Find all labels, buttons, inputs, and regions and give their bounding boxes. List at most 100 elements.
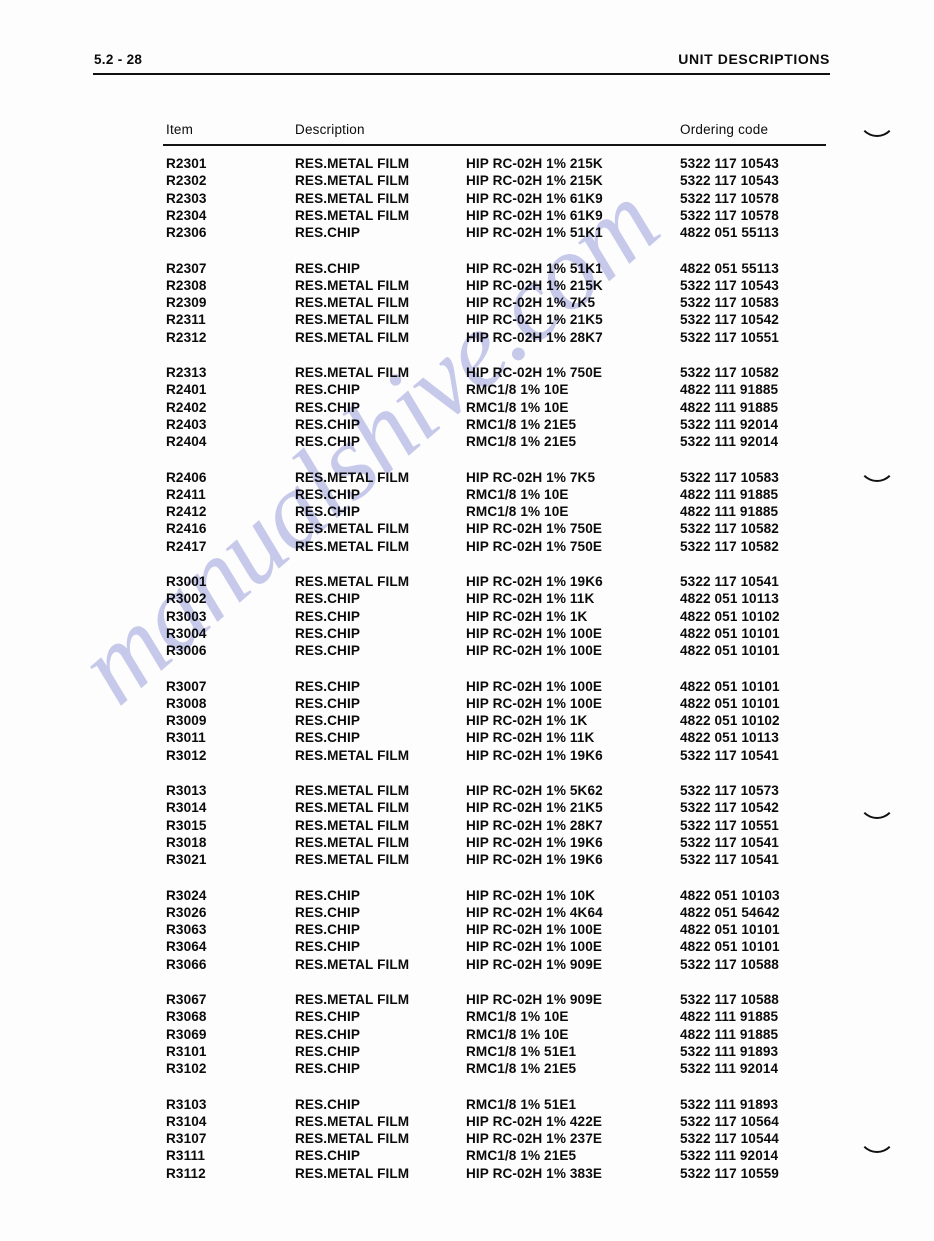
table-row: R3112 RES.METAL FILM HIP RC-02H 1% 383E 532… <box>0 1165 934 1182</box>
cell-item: R3067 <box>166 992 207 1007</box>
cell-code: 5322 117 10564 <box>680 1113 779 1129</box>
cell-code: 4822 051 55113 <box>680 225 779 241</box>
cell-item: R3026 <box>166 904 207 920</box>
cell-item: R3018 <box>166 834 207 850</box>
cell-code: 5322 117 10582 <box>680 365 779 380</box>
cell-code: 4822 051 10113 <box>680 591 779 607</box>
running-head: 5.2 - 28 UNIT DESCRIPTIONS <box>0 0 934 80</box>
cell-item: R3011 <box>166 730 206 746</box>
cell-item: R3015 <box>166 817 207 833</box>
cell-description: RES.METAL FILM <box>295 295 410 311</box>
table-row: R2308 RES.METAL FILM HIP RC-02H 1% 215K 532… <box>0 277 934 294</box>
cell-description: RES.CHIP <box>295 1148 361 1164</box>
cell-item: R2412 <box>166 504 207 520</box>
cell-description: RES.CHIP <box>295 416 361 432</box>
cell-code: 4822 051 55113 <box>680 260 779 276</box>
cell-description: RES.CHIP <box>295 434 361 450</box>
cell-item: R3014 <box>166 800 207 816</box>
cell-code: 5322 117 10543 <box>680 156 779 171</box>
table-row: R3004 RES.CHIP HIP RC-02H 1% 100E 4822 051 … <box>0 625 934 642</box>
cell-item: R3024 <box>166 887 207 903</box>
cell-spec: HIP RC-02H 1% 1K <box>466 608 588 624</box>
table-row: R2406 RES.METAL FILM HIP RC-02H 1% 7K5 5322… <box>0 469 934 486</box>
cell-description: RES.METAL FILM <box>295 277 410 293</box>
table-row: R2401 RES.CHIP RMC1/8 1% 10E 4822 111 91885 <box>0 381 934 398</box>
cell-item: R2313 <box>166 365 207 380</box>
cell-code: 5322 117 10559 <box>680 1165 779 1181</box>
cell-spec: RMC1/8 1% 10E <box>466 1009 569 1025</box>
cell-description: RES.METAL FILM <box>295 469 410 485</box>
cell-spec: RMC1/8 1% 10E <box>466 486 569 502</box>
column-header-description: Description <box>295 122 365 137</box>
cell-code: 5322 117 10544 <box>680 1131 779 1147</box>
cell-code: 5322 117 10588 <box>680 992 779 1007</box>
table-row: R3018 RES.METAL FILM HIP RC-02H 1% 19K6 532… <box>0 834 934 851</box>
cell-code: 4822 111 91885 <box>680 382 779 398</box>
table-row: R2411 RES.CHIP RMC1/8 1% 10E 4822 111 91885 <box>0 486 934 503</box>
cell-description: RES.METAL FILM <box>295 1165 410 1181</box>
cell-item: R2302 <box>166 173 207 189</box>
cell-spec: HIP RC-02H 1% 19K6 <box>466 574 603 589</box>
table-row: R2311 RES.METAL FILM HIP RC-02H 1% 21K5 532… <box>0 311 934 328</box>
table-row: R2301 RES.METAL FILM HIP RC-02H 1% 215K 532… <box>0 155 934 172</box>
cell-description: RES.METAL FILM <box>295 852 410 868</box>
cell-code: 4822 051 10101 <box>680 643 780 659</box>
cell-spec: HIP RC-02H 1% 909E <box>466 956 603 972</box>
cell-description: RES.METAL FILM <box>295 992 410 1007</box>
table-row: R3003 RES.CHIP HIP RC-02H 1% 1K 4822 051 10… <box>0 608 934 625</box>
cell-spec: HIP RC-02H 1% 100E <box>466 922 603 938</box>
cell-code: 4822 111 91885 <box>680 486 779 502</box>
cell-description: RES.CHIP <box>295 382 361 398</box>
cell-code: 5322 117 10543 <box>680 173 779 189</box>
cell-spec: HIP RC-02H 1% 11K <box>466 591 595 607</box>
cell-description: RES.CHIP <box>295 1026 361 1042</box>
table-row: R3102 RES.CHIP RMC1/8 1% 21E5 5322 111 9201… <box>0 1060 934 1077</box>
cell-code: 4822 051 10101 <box>680 939 780 955</box>
cell-code: 5322 111 91893 <box>680 1043 779 1059</box>
cell-code: 5322 117 10551 <box>680 329 779 345</box>
table-row: R3107 RES.METAL FILM HIP RC-02H 1% 237E 532… <box>0 1130 934 1147</box>
cell-spec: HIP RC-02H 1% 10K <box>466 887 596 903</box>
cell-description: RES.CHIP <box>295 643 361 659</box>
table-row: R3104 RES.METAL FILM HIP RC-02H 1% 422E 532… <box>0 1113 934 1130</box>
cell-description: RES.METAL FILM <box>295 365 410 380</box>
cell-code: 4822 111 91885 <box>680 399 779 415</box>
cell-spec: HIP RC-02H 1% 422E <box>466 1113 603 1129</box>
cell-description: RES.METAL FILM <box>295 1113 410 1129</box>
cell-item: R3002 <box>166 591 207 607</box>
cell-spec: HIP RC-02H 1% 100E <box>466 939 603 955</box>
table-row: R3021 RES.METAL FILM HIP RC-02H 1% 19K6 532… <box>0 851 934 868</box>
cell-item: R3013 <box>166 783 207 798</box>
cell-code: 5322 117 10541 <box>680 834 779 850</box>
cell-spec: HIP RC-02H 1% 7K5 <box>466 469 596 485</box>
table-row: R2404 RES.CHIP RMC1/8 1% 21E5 5322 111 9201… <box>0 433 934 450</box>
cell-item: R3068 <box>166 1009 207 1025</box>
cell-code: 5322 117 10582 <box>680 538 779 554</box>
cell-item: R2411 <box>166 486 206 502</box>
cell-item: R2403 <box>166 416 207 432</box>
cell-description: RES.METAL FILM <box>295 538 410 554</box>
cell-code: 4822 051 10101 <box>680 625 780 641</box>
cell-item: R2301 <box>166 156 207 171</box>
table-row: R3068 RES.CHIP RMC1/8 1% 10E 4822 111 91885 <box>0 1008 934 1025</box>
table-row: R3002 RES.CHIP HIP RC-02H 1% 11K 4822 051 1… <box>0 590 934 607</box>
cell-spec: HIP RC-02H 1% 4K64 <box>466 904 603 920</box>
cell-item: R3103 <box>166 1096 207 1112</box>
cell-description: RES.CHIP <box>295 904 361 920</box>
cell-code: 4822 051 10113 <box>680 730 779 746</box>
table-row: R3014 RES.METAL FILM HIP RC-02H 1% 21K5 532… <box>0 799 934 816</box>
table-row: R3006 RES.CHIP HIP RC-02H 1% 100E 4822 051 … <box>0 642 934 659</box>
cell-code: 4822 051 10101 <box>680 922 780 938</box>
cell-description: RES.CHIP <box>295 260 361 276</box>
table-header-rule <box>163 144 826 146</box>
cell-code: 5322 117 10573 <box>680 783 779 798</box>
cell-description: RES.CHIP <box>295 939 361 955</box>
cell-spec: HIP RC-02H 1% 61K9 <box>466 190 603 206</box>
cell-item: R3004 <box>166 625 207 641</box>
cell-code: 5322 117 10541 <box>680 852 779 868</box>
table-row: R2303 RES.METAL FILM HIP RC-02H 1% 61K9 532… <box>0 190 934 207</box>
cell-item: R2304 <box>166 207 207 223</box>
cell-spec: HIP RC-02H 1% 1K <box>466 713 588 729</box>
cell-spec: HIP RC-02H 1% 100E <box>466 625 603 641</box>
cell-item: R2417 <box>166 538 207 554</box>
